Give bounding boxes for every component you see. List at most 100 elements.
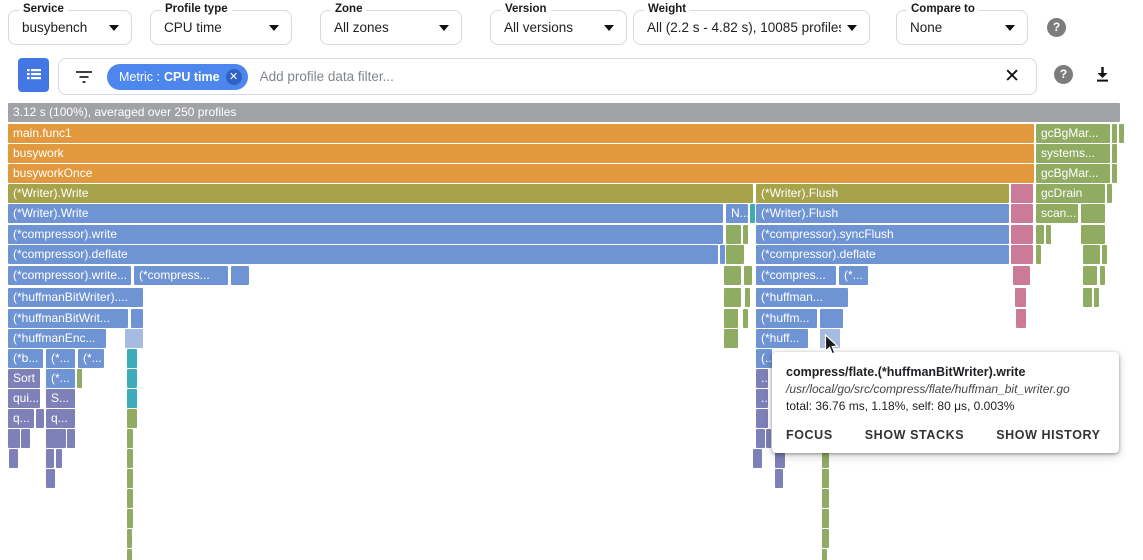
flame-frame[interactable]: (*compressor).deflate (8, 245, 718, 264)
flame-frame[interactable] (756, 409, 768, 428)
flame-frame[interactable]: Sort (8, 369, 40, 388)
flame-frame[interactable]: qui... (8, 389, 40, 408)
flame-frame[interactable] (125, 329, 143, 348)
flame-frame[interactable]: q... (46, 409, 75, 428)
flame-frame[interactable] (8, 429, 20, 448)
flame-frame[interactable] (77, 369, 82, 388)
flame-frame[interactable] (745, 288, 750, 307)
flame-frame[interactable]: (*huffman... (756, 288, 848, 307)
flame-frame[interactable] (56, 449, 62, 468)
flame-frame[interactable] (1081, 204, 1105, 223)
flame-frame[interactable]: (*... (46, 369, 75, 388)
flame-frame[interactable]: S... (46, 389, 75, 408)
flame-frame[interactable]: (*compressor).deflate (756, 245, 1009, 264)
flame-frame[interactable] (1094, 288, 1099, 307)
flame-frame[interactable]: (*Writer).Write (8, 204, 723, 223)
flame-frame[interactable] (1081, 225, 1105, 244)
flame-frame[interactable]: (... (756, 349, 772, 368)
flame-frame[interactable] (1112, 124, 1117, 143)
flame-frame[interactable] (127, 469, 133, 488)
flame-frame[interactable] (820, 329, 840, 348)
flame-frame[interactable] (50, 469, 55, 488)
chip-remove-icon[interactable]: ✕ (225, 68, 242, 85)
flame-frame[interactable] (743, 225, 748, 244)
flame-frame[interactable] (1011, 184, 1033, 203)
service-select[interactable]: Service busybench (8, 3, 132, 45)
flame-frame[interactable]: (*compres... (756, 266, 836, 285)
flame-frame[interactable]: gcBgMar... (1036, 124, 1110, 143)
flame-frame[interactable]: (*... (839, 266, 868, 285)
flame-frame[interactable]: busywork (8, 144, 1034, 163)
flame-frame[interactable]: 3.12 s (100%), averaged over 250 profile… (8, 103, 1120, 122)
flame-frame[interactable] (127, 529, 132, 548)
toggle-list-view-button[interactable] (18, 58, 49, 92)
flame-frame[interactable] (36, 409, 44, 428)
flame-frame[interactable]: gcDrain (1036, 184, 1105, 203)
flame-frame[interactable] (127, 489, 133, 508)
flame-frame[interactable] (822, 469, 829, 488)
flame-frame[interactable] (756, 429, 765, 448)
flame-frame[interactable] (747, 266, 752, 285)
flame-frame[interactable] (726, 225, 741, 244)
clear-filter-icon[interactable]: ✕ (1004, 67, 1020, 86)
version-select[interactable]: Version All versions (490, 3, 627, 45)
flame-frame[interactable] (724, 288, 741, 307)
flame-frame[interactable] (1112, 164, 1117, 183)
flame-frame[interactable] (46, 429, 66, 448)
flame-frame[interactable] (822, 509, 829, 528)
flame-frame[interactable]: (*huffmanBitWriter).... (8, 288, 143, 307)
flame-frame[interactable]: (*compress... (134, 266, 228, 285)
flame-frame[interactable]: gcBgMar... (1036, 164, 1110, 183)
show-history-button[interactable]: SHOW HISTORY (996, 428, 1100, 442)
flame-frame[interactable] (822, 489, 829, 508)
flame-frame[interactable] (820, 309, 843, 328)
flame-frame[interactable]: (*huffmanEnc... (8, 329, 106, 348)
flame-frame[interactable] (822, 529, 829, 548)
metric-filter-chip[interactable]: Metric : CPU time ✕ (107, 63, 248, 90)
flame-frame[interactable]: ... (756, 369, 768, 388)
flame-frame[interactable]: busyworkOnce (8, 164, 1034, 183)
filter-help-icon[interactable]: ? (1054, 65, 1073, 84)
flame-frame[interactable]: (*b... (8, 349, 43, 368)
flame-frame[interactable] (127, 509, 133, 528)
flame-frame[interactable]: (*compressor).write... (8, 266, 131, 285)
flame-frame[interactable]: systems... (1036, 144, 1110, 163)
flame-frame[interactable]: scan... (1036, 204, 1078, 223)
flame-frame[interactable]: main.func1 (8, 124, 1034, 143)
profile-filter-input[interactable] (259, 69, 989, 84)
flame-frame[interactable] (1011, 225, 1033, 244)
flame-frame[interactable] (131, 309, 143, 328)
help-icon[interactable]: ? (1047, 18, 1066, 37)
flame-frame[interactable]: (*huffmanBitWrit... (8, 309, 128, 328)
flame-frame[interactable] (46, 449, 54, 468)
flame-frame[interactable] (231, 266, 249, 285)
flame-frame[interactable] (724, 309, 738, 328)
flame-frame[interactable] (127, 429, 133, 448)
flame-frame[interactable]: N... (726, 204, 748, 223)
flame-frame[interactable] (127, 549, 132, 560)
flame-frame[interactable] (1083, 266, 1097, 285)
flame-frame[interactable] (1036, 225, 1044, 244)
flame-frame[interactable] (724, 266, 741, 285)
flame-frame[interactable] (1102, 245, 1107, 264)
flame-frame[interactable] (1100, 266, 1105, 285)
flame-frame[interactable] (1083, 245, 1100, 264)
flame-frame[interactable]: (*Writer).Flush (756, 184, 1009, 203)
flame-frame[interactable] (127, 389, 137, 408)
flame-frame[interactable] (1015, 288, 1026, 307)
focus-button[interactable]: FOCUS (786, 428, 833, 442)
flame-frame[interactable]: (*Writer).Flush (756, 204, 1009, 223)
flame-frame[interactable] (1011, 204, 1033, 223)
flame-frame[interactable] (127, 369, 137, 388)
flame-frame[interactable] (724, 329, 738, 348)
flame-frame[interactable] (750, 204, 755, 223)
compare-to-select[interactable]: Compare to None (896, 3, 1028, 45)
flame-frame[interactable] (13, 449, 18, 468)
flame-frame[interactable] (1016, 309, 1026, 328)
flame-frame[interactable]: (*Writer).Write (8, 184, 753, 203)
flame-frame[interactable] (1036, 245, 1041, 264)
flame-frame[interactable]: (*... (78, 349, 104, 368)
weight-select[interactable]: Weight All (2.2 s - 4.82 s), 10085 profi… (633, 3, 870, 45)
flame-frame[interactable]: (*huff... (756, 329, 808, 348)
flame-frame[interactable] (1046, 225, 1051, 244)
